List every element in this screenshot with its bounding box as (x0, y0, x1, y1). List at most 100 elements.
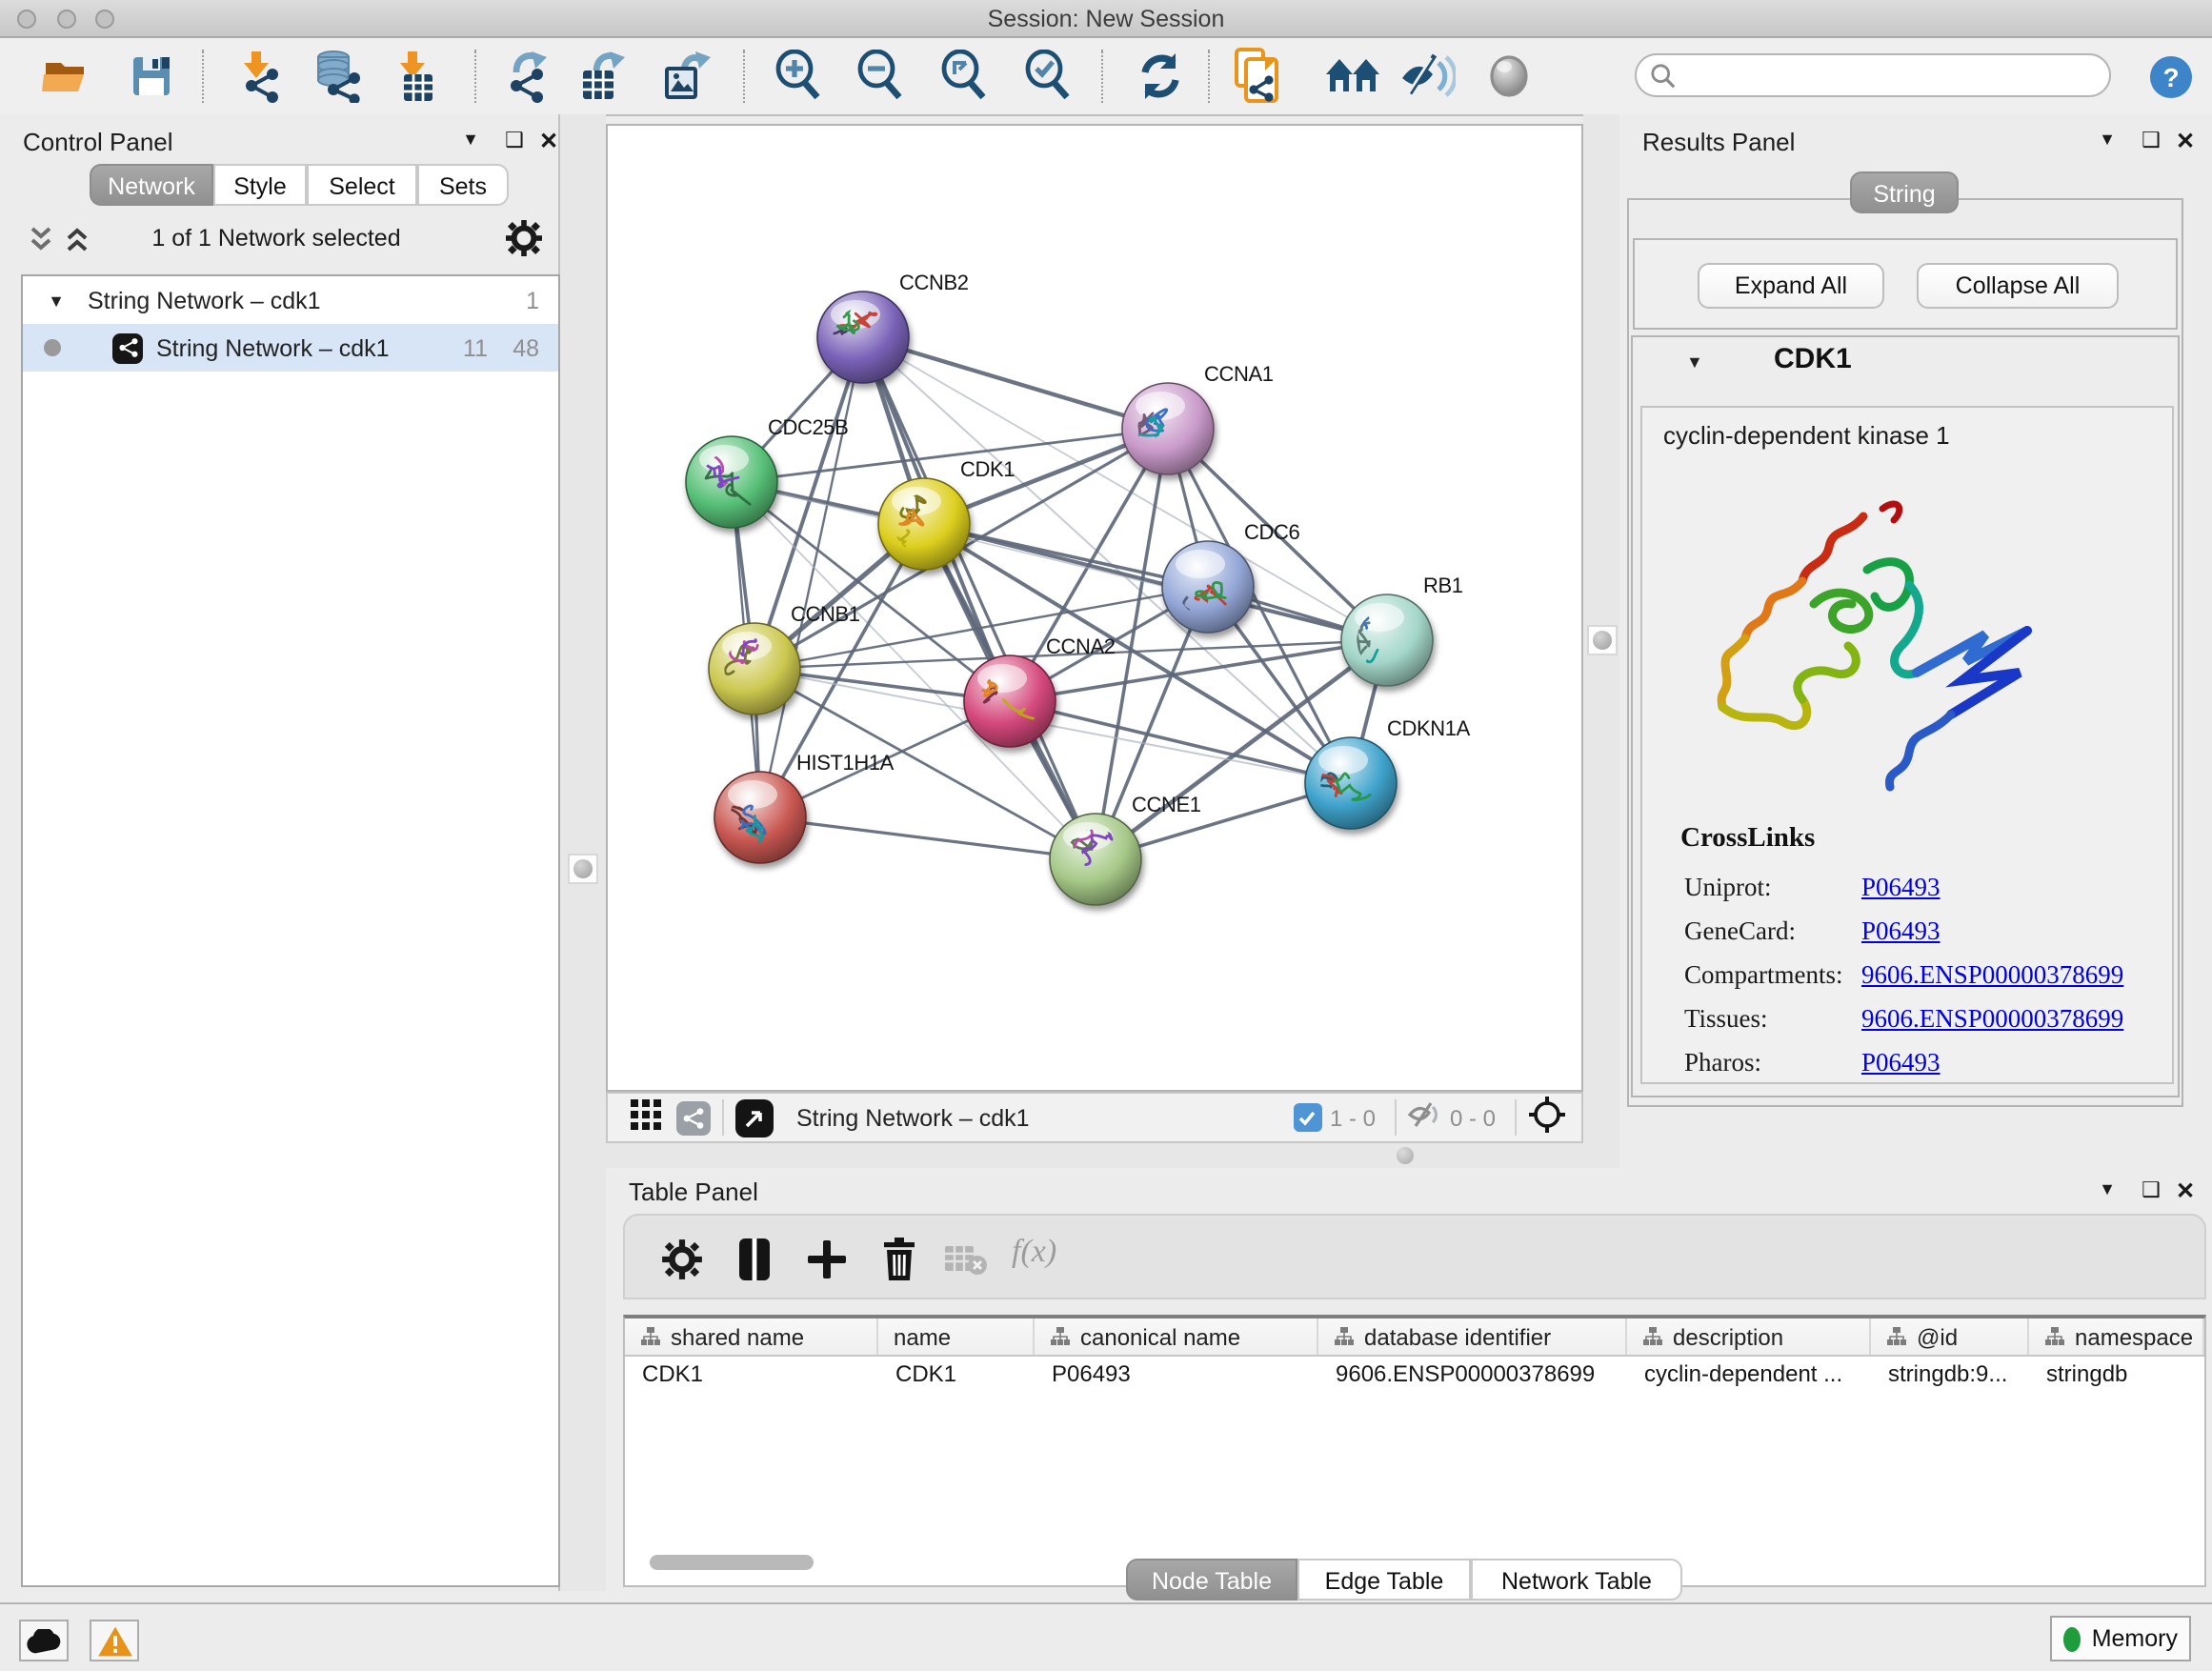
import-table-from-file-button[interactable] (389, 50, 446, 103)
table-settings-gear-button[interactable] (655, 1233, 709, 1286)
zoom-in-button[interactable] (770, 50, 827, 103)
panel-close-icon[interactable]: ✕ (535, 128, 562, 154)
crosslink-link[interactable]: P06493 (1861, 916, 1941, 947)
tab-network-table[interactable]: Network Table (1471, 1559, 1682, 1601)
column-header-description[interactable]: description (1627, 1319, 1871, 1355)
network-node-CCNA1[interactable] (1122, 383, 1214, 474)
network-node-CCNA2[interactable] (963, 655, 1056, 747)
network-collection-row[interactable]: ▼ String Network – cdk1 1 (23, 276, 558, 324)
network-edge[interactable] (863, 337, 1168, 429)
network-node-RB1[interactable] (1341, 594, 1433, 686)
crosslink-link[interactable]: 9606.ENSP00000378699 (1861, 960, 2123, 991)
crosslink-link[interactable]: 9606.ENSP00000378699 (1861, 1004, 2123, 1035)
table-row[interactable]: CDK1CDK1P064939606.ENSP00000378699cyclin… (625, 1357, 2204, 1393)
show-graphics-details-button[interactable] (1480, 50, 1538, 103)
panel-float-icon[interactable]: ❑ (501, 128, 528, 152)
network-edge[interactable] (760, 337, 863, 817)
crosshair-icon[interactable] (1528, 1096, 1566, 1139)
tab-select[interactable]: Select (307, 164, 417, 206)
collapse-all-networks-icon[interactable] (63, 225, 91, 263)
table-horizontal-scrollbar[interactable] (650, 1555, 814, 1570)
string-home-button[interactable] (1324, 50, 1381, 103)
table-cell[interactable]: stringdb:9... (1871, 1357, 2029, 1393)
column-header-@id[interactable]: @id (1871, 1319, 2029, 1355)
table-cell[interactable]: stringdb (2029, 1357, 2204, 1393)
panel-close-icon[interactable]: ✕ (2172, 128, 2199, 154)
open-session-button[interactable] (36, 50, 93, 103)
new-network-from-selection-button[interactable] (1229, 50, 1286, 103)
column-header-name[interactable]: name (878, 1319, 1035, 1355)
network-canvas[interactable]: CCNB2CCNA1CDC25BCDK1CDC6RB1CCNB1CCNA2CDK… (606, 124, 1583, 1092)
network-node-CDK1[interactable] (878, 478, 970, 570)
table-cell[interactable]: CDK1 (878, 1357, 1035, 1393)
export-network-button[interactable] (499, 50, 556, 103)
network-edge[interactable] (863, 337, 1096, 859)
horizontal-splitter-handle[interactable] (1397, 1147, 1414, 1164)
collection-expand-icon[interactable]: ▼ (23, 291, 65, 310)
create-column-button[interactable] (800, 1233, 854, 1286)
table-cell[interactable]: 9606.ENSP00000378699 (1318, 1357, 1627, 1393)
hidden-eye-slash-icon[interactable] (1408, 1101, 1442, 1134)
expand-all-networks-icon[interactable] (27, 225, 55, 263)
cloud-status-button[interactable] (19, 1620, 69, 1661)
export-image-button[interactable] (657, 50, 714, 103)
crosslink-link[interactable]: P06493 (1861, 873, 1941, 903)
save-session-button[interactable] (122, 50, 179, 103)
table-cell[interactable]: cyclin-dependent ... (1627, 1357, 1871, 1393)
network-type-icon[interactable] (676, 1100, 711, 1135)
left-splitter-handle[interactable] (568, 854, 598, 884)
panel-menu-icon[interactable]: ▼ (2094, 130, 2121, 149)
protein-collapse-icon[interactable]: ▼ (1686, 352, 1703, 372)
network-edge[interactable] (924, 524, 1387, 640)
help-button[interactable]: ? (2142, 50, 2199, 103)
panel-float-icon[interactable]: ❑ (2138, 128, 2164, 152)
network-edge[interactable] (760, 817, 1096, 859)
search-input[interactable] (1677, 53, 2109, 97)
tab-sets[interactable]: Sets (417, 164, 509, 206)
network-node-CDC6[interactable] (1162, 541, 1254, 633)
column-header-shared-name[interactable]: shared name (625, 1319, 878, 1355)
zoom-fit-button[interactable] (935, 50, 993, 103)
network-node-HIST1H1A[interactable] (714, 772, 806, 863)
left-splitter[interactable] (560, 114, 606, 1591)
zoom-out-button[interactable] (852, 50, 909, 103)
network-node-CDC25B[interactable] (686, 436, 777, 528)
warnings-button[interactable] (90, 1620, 139, 1661)
birdseye-grid-icon[interactable] (631, 1099, 661, 1136)
expand-all-button[interactable]: Expand All (1698, 263, 1884, 309)
network-node-CDKN1A[interactable] (1305, 737, 1397, 829)
import-network-from-file-button[interactable] (232, 50, 290, 103)
apply-layout-button[interactable] (1132, 50, 1189, 103)
network-node-CCNB1[interactable] (709, 621, 800, 715)
network-node-CCNE1[interactable] (1050, 814, 1141, 905)
panel-menu-icon[interactable]: ▼ (457, 130, 484, 149)
export-table-button[interactable] (573, 50, 631, 103)
network-options-gear-icon[interactable] (505, 219, 543, 267)
zoom-selected-button[interactable] (1019, 50, 1076, 103)
delete-column-button[interactable] (873, 1233, 926, 1286)
selected-checkbox-icon[interactable] (1294, 1103, 1322, 1132)
table-cell[interactable]: P06493 (1035, 1357, 1318, 1393)
tab-style[interactable]: Style (213, 164, 307, 206)
tab-node-table[interactable]: Node Table (1126, 1559, 1297, 1601)
panel-menu-icon[interactable]: ▼ (2094, 1179, 2121, 1198)
show-column-button[interactable] (728, 1233, 781, 1286)
tab-network[interactable]: Network (90, 164, 213, 206)
collapse-all-button[interactable]: Collapse All (1917, 263, 2119, 309)
hide-graphics-details-button[interactable] (1398, 50, 1456, 103)
panel-close-icon[interactable]: ✕ (2172, 1178, 2199, 1204)
network-row-selected[interactable]: String Network – cdk1 11 48 (23, 324, 558, 372)
tab-edge-table[interactable]: Edge Table (1297, 1559, 1471, 1601)
right-splitter[interactable] (1583, 114, 1619, 1168)
column-header-namespace[interactable]: namespace (2029, 1319, 2204, 1355)
right-splitter-handle[interactable] (1587, 625, 1618, 655)
table-cell[interactable]: CDK1 (625, 1357, 878, 1393)
network-node-CCNB2[interactable] (814, 292, 909, 383)
import-network-from-database-button[interactable] (309, 50, 366, 103)
memory-button[interactable]: Memory (2050, 1616, 2191, 1661)
tab-string[interactable]: String (1850, 171, 1959, 213)
column-header-database-identifier[interactable]: database identifier (1318, 1319, 1627, 1355)
panel-float-icon[interactable]: ❑ (2138, 1178, 2164, 1202)
column-header-canonical-name[interactable]: canonical name (1035, 1319, 1318, 1355)
open-in-window-icon[interactable] (735, 1098, 774, 1137)
